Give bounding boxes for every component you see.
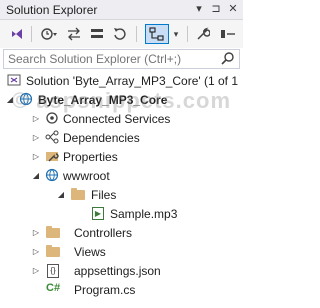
show-files-icon[interactable]: [145, 24, 169, 44]
toolbar-separator: [187, 26, 188, 42]
sync-icon[interactable]: [64, 24, 84, 44]
sample-mp3-label: Sample.mp3: [110, 207, 178, 221]
window-title: Solution Explorer: [6, 3, 98, 17]
audio-file-icon: ▶: [92, 207, 104, 220]
tree-item-appsettings[interactable]: ▷ {} appsettings.json: [0, 262, 243, 281]
toolbar-separator: [136, 26, 137, 42]
folder-icon: [46, 245, 60, 257]
show-files-dropdown-icon[interactable]: ▾: [170, 24, 182, 44]
dependencies-label: Dependencies: [63, 131, 140, 145]
collapsed-chevron-icon[interactable]: ▷: [31, 246, 41, 258]
refresh-icon[interactable]: [110, 24, 130, 44]
wwwroot-label: wwwroot: [63, 169, 110, 183]
collapsed-chevron-icon[interactable]: ▷: [31, 132, 41, 144]
files-label: Files: [91, 188, 117, 202]
tree-item-sample-mp3[interactable]: ▶ Sample.mp3: [0, 205, 243, 224]
views-label: Views: [74, 245, 106, 259]
expanded-chevron-icon[interactable]: ◢: [5, 94, 15, 106]
tree-item-project[interactable]: ◢ Byte_Array_MP3_Core: [0, 91, 243, 110]
window-position-dropdown-icon[interactable]: ▾: [192, 2, 206, 16]
tree-item-files[interactable]: ◢ Files: [0, 186, 243, 205]
program-label: Program.cs: [74, 283, 136, 297]
folder-icon: [46, 226, 60, 238]
collapsed-chevron-icon[interactable]: ▷: [31, 113, 41, 125]
tree-item-properties[interactable]: ▷ Properties: [0, 148, 243, 167]
close-icon[interactable]: ✕: [226, 2, 240, 16]
connected-services-icon: [44, 111, 60, 127]
collapsed-chevron-icon[interactable]: ▷: [31, 151, 41, 163]
split-icon[interactable]: [87, 24, 107, 44]
tree-item-connected-services[interactable]: ▷ Connected Services: [0, 110, 243, 129]
tree-item-wwwroot[interactable]: ◢ wwwroot: [0, 167, 243, 186]
search-icon[interactable]: [221, 51, 235, 68]
history-icon[interactable]: [37, 24, 61, 44]
tree-item-program[interactable]: C# Program.cs: [0, 281, 243, 300]
connected-services-label: Connected Services: [63, 112, 171, 126]
globe-icon: [44, 168, 60, 184]
web-project-icon: [18, 92, 34, 108]
search-input[interactable]: [8, 52, 208, 66]
folder-icon: [71, 188, 85, 200]
expanded-chevron-icon[interactable]: ◢: [31, 170, 41, 182]
tree-item-controllers[interactable]: ▷ Controllers: [0, 224, 243, 243]
controllers-label: Controllers: [74, 226, 133, 240]
toolbar-separator: [31, 26, 32, 42]
tree-item-dependencies[interactable]: ▷ Dependencies: [0, 129, 243, 148]
solution-icon: [6, 73, 22, 89]
tree-item-views[interactable]: ▷ Views: [0, 243, 243, 262]
vs-icon[interactable]: [8, 24, 26, 44]
properties-label: Properties: [63, 150, 118, 164]
dependencies-icon: [44, 130, 60, 146]
auto-hide-pin-icon[interactable]: ⊐: [209, 2, 223, 16]
wrench-icon[interactable]: [193, 24, 213, 44]
json-file-icon: {}: [47, 264, 59, 278]
search-box[interactable]: [3, 49, 240, 69]
appsettings-label: appsettings.json: [74, 264, 161, 278]
expanded-chevron-icon[interactable]: ◢: [56, 189, 66, 201]
tree-item-solution[interactable]: Solution 'Byte_Array_MP3_Core' (1 of 1: [0, 72, 243, 91]
collapsed-chevron-icon[interactable]: ▷: [31, 227, 41, 239]
properties-wrench-icon: [44, 149, 60, 165]
csharp-file-icon: C#: [46, 282, 61, 294]
solution-label: Solution 'Byte_Array_MP3_Core' (1 of 1: [26, 74, 239, 88]
title-bar: Solution Explorer ▾ ⊐ ✕: [0, 0, 243, 20]
collapse-icon[interactable]: [217, 24, 239, 44]
toolbar: ▾: [0, 20, 243, 48]
collapsed-chevron-icon[interactable]: ▷: [31, 265, 41, 277]
project-label: Byte_Array_MP3_Core: [38, 93, 168, 107]
